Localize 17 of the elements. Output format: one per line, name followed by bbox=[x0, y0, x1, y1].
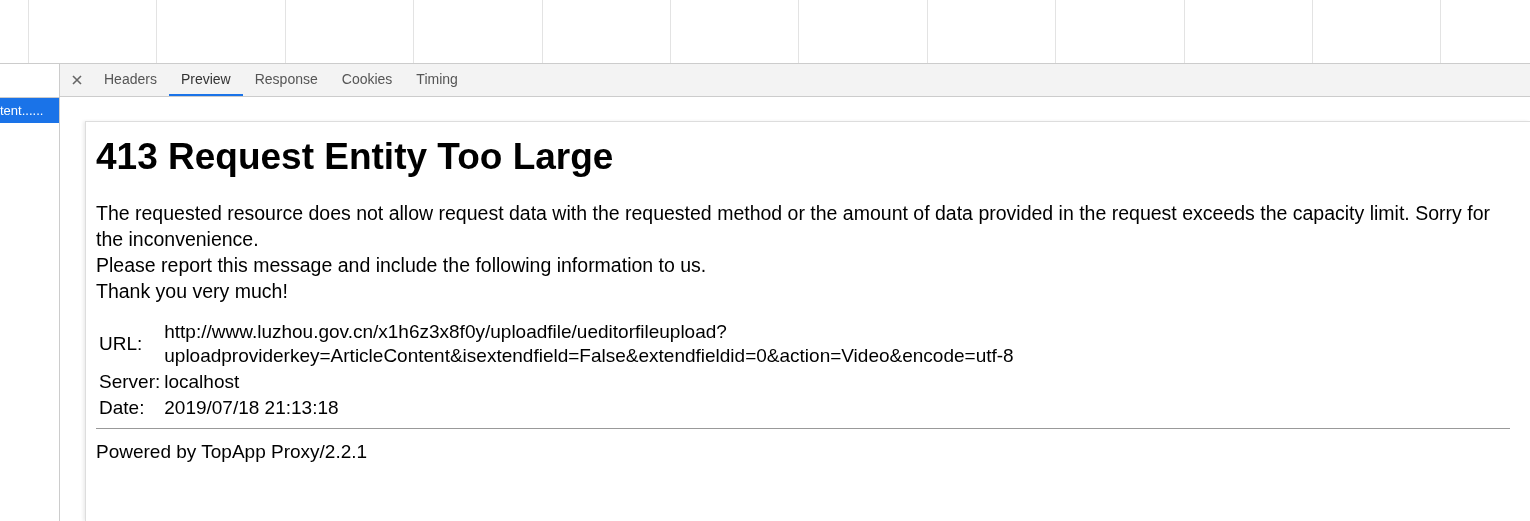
message-text: Thank you very much! bbox=[96, 279, 289, 304]
tab[interactable]: Response bbox=[242, 64, 330, 96]
info-value: localhost bbox=[164, 370, 240, 394]
request-list-item[interactable]: tent...... bbox=[0, 98, 59, 123]
close-icon[interactable] bbox=[72, 75, 82, 85]
info-label: URL: bbox=[99, 333, 143, 354]
message-text: Please report this message and include the following information to us. bbox=[96, 253, 708, 278]
footer-text: Powered by TopApp Proxy/2.2.1 bbox=[96, 441, 369, 463]
tab[interactable]: Preview bbox=[168, 64, 243, 96]
tab[interactable]: Cookies bbox=[329, 64, 405, 96]
message-text: The requested resource does not allow request data with the requested method or the amount of data provided in the request exceeds the capacity limit. Sorry for the inconvenience. bbox=[96, 201, 1491, 252]
tab[interactable]: Headers bbox=[92, 64, 169, 96]
info-value: 2019/07/18 21:13:18 bbox=[164, 396, 339, 420]
info-label: Server: bbox=[99, 371, 161, 392]
tab[interactable]: Timing bbox=[404, 64, 470, 96]
error-heading: 413 Request Entity Too Large bbox=[96, 136, 615, 178]
info-label: Date: bbox=[99, 397, 145, 418]
